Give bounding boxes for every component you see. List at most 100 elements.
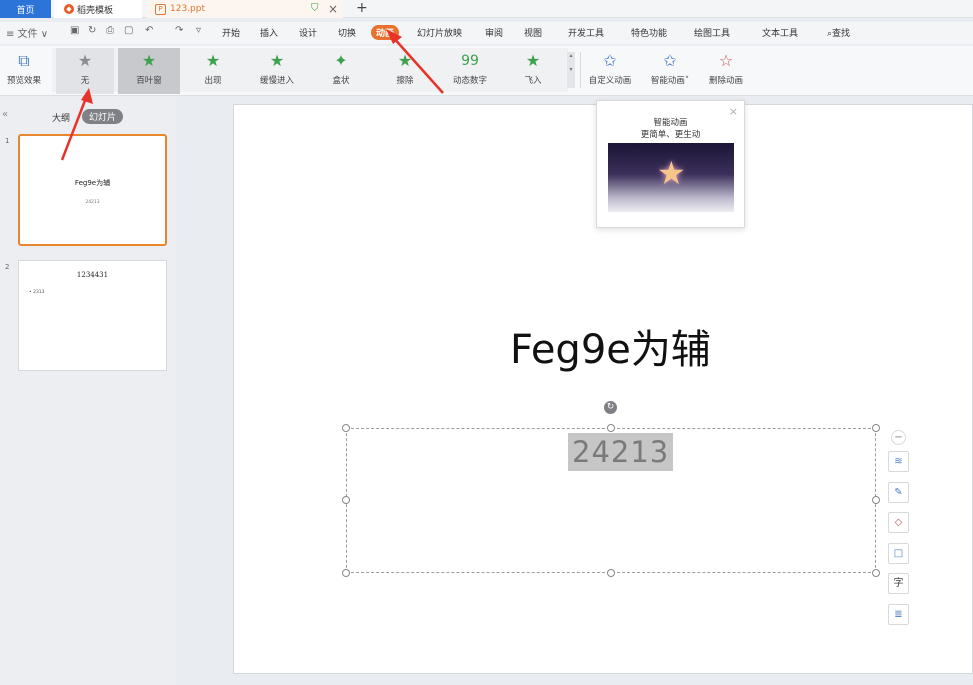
animation-ribbon: ⧉ 预览效果 ★ 无 ★ 百叶窗 ★ 出现 ★ 缓慢进入 ✦ 盒状 ★ 擦除 9… xyxy=(0,46,973,96)
menu-design[interactable]: 设计 xyxy=(299,26,317,39)
resize-handle[interactable] xyxy=(872,569,880,577)
slide-title[interactable]: Feg9e为辅 xyxy=(510,317,711,375)
star-fly-icon: ★ xyxy=(525,51,541,70)
delete-animation-label: 删除动画 xyxy=(708,76,743,86)
resize-handle[interactable] xyxy=(607,424,615,432)
star-none-icon: ★ xyxy=(77,51,93,70)
menu-view[interactable]: 视图 xyxy=(524,26,542,39)
resize-handle[interactable] xyxy=(872,424,880,432)
docer-logo-icon: ◆ xyxy=(64,4,74,14)
effect-fly-in-label: 飞入 xyxy=(524,76,542,86)
undo-history-icon[interactable]: ↻ xyxy=(88,25,96,36)
menu-bar: ≡ 文件 ∨ ▣ ↻ ⎙ ▢ ↶ ↷ ▿ 开始 插入 设计 切换 动画 幻灯片放… xyxy=(0,22,973,44)
effect-none[interactable]: ★ 无 xyxy=(56,48,114,94)
thumb2-title: 1234431 xyxy=(76,271,109,279)
menu-text-tools[interactable]: 文本工具 xyxy=(762,26,798,39)
tab-document[interactable]: P 123.ppt ⛉ × xyxy=(147,0,343,18)
smart-animation-popup: × 智能动画 更简单、更生动 ★ xyxy=(596,100,745,228)
popup-subtitle: 更简单、更生动 xyxy=(640,130,701,140)
thumb1-subtitle: 24213 xyxy=(85,200,100,205)
preview-effect-button[interactable]: ⧉ 预览效果 xyxy=(2,46,46,94)
thumb2-bullet: • 2313 xyxy=(29,290,45,295)
collapse-panel-icon[interactable]: « xyxy=(2,109,8,120)
close-tab-icon[interactable]: × xyxy=(328,2,338,16)
tab-file-label: 123.ppt xyxy=(170,4,205,14)
slide-number-2: 2 xyxy=(5,263,10,271)
resize-handle[interactable] xyxy=(342,569,350,577)
resize-handle[interactable] xyxy=(607,569,615,577)
ribbon-divider xyxy=(580,52,581,88)
dynamic-number-icon: 99 xyxy=(461,53,479,69)
popup-preview-image: ★ xyxy=(608,143,734,212)
tab-docer-template[interactable]: ◆ 稻壳模板 xyxy=(54,0,142,18)
print-preview-icon[interactable]: ▢ xyxy=(124,25,133,36)
star-wipe-icon: ★ xyxy=(397,51,413,70)
effect-none-label: 无 xyxy=(80,76,90,86)
ppt-file-icon: P xyxy=(155,3,166,15)
smart-animation-button[interactable]: ✩ 智能动画˅ xyxy=(644,46,696,94)
effect-crawl-in[interactable]: ★ 缓慢进入 xyxy=(252,46,302,94)
gallery-scroll[interactable]: ▴ ▾ xyxy=(567,52,575,88)
star-blinds-icon: ★ xyxy=(141,51,157,70)
menu-drawing-tools[interactable]: 绘图工具 xyxy=(694,26,730,39)
popup-title: 智能动画 xyxy=(653,118,688,128)
text-style-icon[interactable]: 字 xyxy=(888,573,909,594)
effect-wipe[interactable]: ★ 擦除 xyxy=(382,46,428,94)
effect-blinds[interactable]: ★ 百叶窗 xyxy=(118,48,180,94)
shield-icon[interactable]: ⛉ xyxy=(311,3,321,14)
resize-handle[interactable] xyxy=(342,424,350,432)
redo-icon[interactable]: ↷ xyxy=(175,25,183,36)
collapse-toolbar-icon[interactable]: − xyxy=(891,430,906,445)
star-box-icon: ✦ xyxy=(334,51,348,70)
preview-icon: ⧉ xyxy=(18,51,30,70)
effect-fly-in[interactable]: ★ 飞入 xyxy=(510,46,556,94)
effect-box[interactable]: ✦ 盒状 xyxy=(318,46,364,94)
outline-icon[interactable]: □ xyxy=(888,543,909,564)
undo-icon[interactable]: ↶ xyxy=(145,25,153,36)
effect-blinds-label: 百叶窗 xyxy=(136,76,162,86)
dropdown-icon: ˅ xyxy=(684,76,690,86)
print-icon[interactable]: ⎙ xyxy=(106,25,114,36)
resize-handle[interactable] xyxy=(872,496,880,504)
search-label: 查找 xyxy=(832,29,851,39)
fill-color-icon[interactable]: ◇ xyxy=(888,512,909,533)
outline-tab[interactable]: 大纲 xyxy=(52,111,70,124)
quick-access-dropdown-icon[interactable]: ▿ xyxy=(196,25,201,36)
slides-tab[interactable]: 幻灯片 xyxy=(82,109,124,124)
menu-home[interactable]: 开始 xyxy=(222,26,240,39)
text-fill-icon[interactable]: ≣ xyxy=(888,604,909,625)
menu-features[interactable]: 特色功能 xyxy=(631,26,667,39)
file-menu[interactable]: ≡ 文件 ∨ xyxy=(6,25,48,40)
slide-thumbnail-1[interactable]: Feg9e为辅 24213 xyxy=(18,134,167,246)
slide-number-1: 1 xyxy=(5,137,10,145)
menu-transition[interactable]: 切换 xyxy=(338,26,356,39)
star-icon: ★ xyxy=(657,154,686,192)
menu-animation[interactable]: 动画 xyxy=(371,25,400,40)
thumb1-title: Feg9e为辅 xyxy=(74,179,111,187)
tab-home[interactable]: 首页 xyxy=(0,0,51,18)
effect-dynamic-number[interactable]: 99 动态数字 xyxy=(444,46,496,94)
effect-appear[interactable]: ★ 出现 xyxy=(188,46,238,94)
menu-slideshow[interactable]: 幻灯片放映 xyxy=(417,26,462,39)
rotate-handle-icon[interactable]: ↻ xyxy=(604,401,617,414)
selected-subtitle-text[interactable]: 24213 xyxy=(568,433,674,471)
layers-icon[interactable]: ≋ xyxy=(888,451,909,472)
menu-developer[interactable]: 开发工具 xyxy=(568,26,604,39)
smart-animation-label: 智能动画˅ xyxy=(651,74,689,86)
menu-insert[interactable]: 插入 xyxy=(260,26,278,39)
slide-thumbnail-2[interactable]: 1234431 • 2313 xyxy=(18,260,167,371)
search-menu[interactable]: ⌕查找 xyxy=(827,26,850,39)
smart-animation-icon: ✩ xyxy=(663,51,677,70)
delete-animation-button[interactable]: ☆ 删除动画 xyxy=(702,46,750,94)
effect-box-label: 盒状 xyxy=(332,76,350,86)
menu-review[interactable]: 审阅 xyxy=(485,26,503,39)
tab-template-label: 稻壳模板 xyxy=(77,5,114,16)
custom-animation-button[interactable]: ✩ 自定义动画 xyxy=(584,46,636,94)
resize-handle[interactable] xyxy=(342,496,350,504)
delete-animation-icon: ☆ xyxy=(718,51,734,70)
save-icon[interactable]: ▣ xyxy=(70,25,79,36)
new-tab-button[interactable]: + xyxy=(356,0,368,17)
effect-appear-label: 出现 xyxy=(204,76,222,86)
star-appear-icon: ★ xyxy=(205,51,221,70)
pen-icon[interactable]: ✎ xyxy=(888,482,909,503)
